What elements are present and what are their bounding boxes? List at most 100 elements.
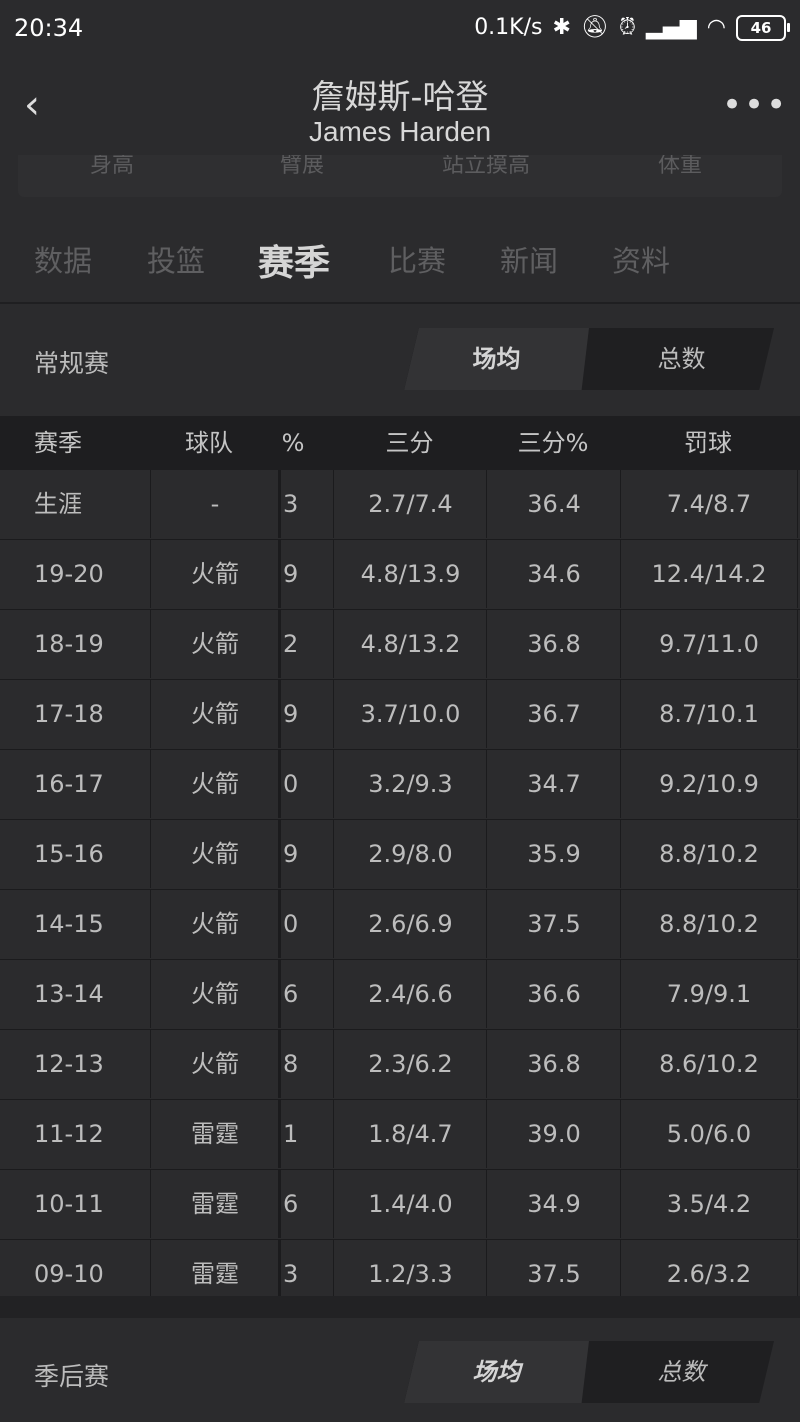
header-three: 三分	[385, 429, 434, 457]
cell-three: 1.4/4.0	[333, 1170, 487, 1238]
status-bar: 20:34 0.1K/s ✱ 🔕︎ ⏰︎ ▂▄▆ ◠ 46	[0, 0, 800, 55]
table-row: 生涯 - 3 2.7/7.4 36.4 7.4/8.7	[0, 470, 800, 540]
wifi-icon: ◠	[706, 15, 726, 40]
cell-three: 3.2/9.3	[333, 750, 487, 818]
cell-pct: 0	[278, 750, 333, 818]
cell-three-pct: 36.6	[486, 960, 621, 1028]
cell-team: 火箭	[150, 820, 279, 888]
playoffs-per-game-button[interactable]: 场均	[404, 1341, 589, 1403]
signal-icon: ▂▄▆	[646, 15, 697, 40]
playoffs-label: 季后赛	[34, 1362, 110, 1391]
cell-three: 1.8/4.7	[333, 1100, 487, 1168]
cell-free-throw: 12.4/14.2	[620, 540, 798, 608]
net-speed: 0.1K/s	[474, 15, 543, 40]
cell-season: 18-19	[34, 630, 104, 658]
status-icons: 0.1K/s ✱ 🔕︎ ⏰︎ ▂▄▆ ◠ 46	[474, 14, 790, 41]
cell-three: 2.3/6.2	[333, 1030, 487, 1098]
cell-three-pct: 36.8	[486, 610, 621, 678]
cell-free-throw: 7.9/9.1	[620, 960, 798, 1028]
tab-shooting[interactable]: 投篮	[147, 238, 205, 280]
cell-team: 火箭	[150, 960, 279, 1028]
playoffs-totals-button[interactable]: 总数	[589, 1341, 774, 1403]
cell-three-pct: 34.7	[486, 750, 621, 818]
cell-free-throw: 3.5/4.2	[620, 1170, 798, 1238]
cell-three-pct: 36.7	[486, 680, 621, 748]
cell-three: 2.7/7.4	[333, 470, 487, 538]
cell-three-pct: 36.4	[486, 470, 621, 538]
stats-table-body[interactable]: 生涯 - 3 2.7/7.4 36.4 7.4/8.7 19-20 火箭 9 4…	[0, 470, 800, 1310]
cell-pct: 6	[278, 960, 333, 1028]
player-name-en: James Harden	[308, 116, 492, 147]
totals-button[interactable]: 总数	[589, 328, 774, 390]
cell-team: 火箭	[150, 680, 279, 748]
cell-season: 12-13	[34, 1050, 104, 1078]
cell-three: 4.8/13.2	[333, 610, 487, 678]
cell-season: 14-15	[34, 910, 104, 938]
cell-team: 火箭	[150, 610, 279, 678]
regular-season-toggle: 场均 总数	[404, 328, 774, 390]
per-game-button[interactable]: 场均	[404, 328, 589, 390]
table-row: 13-14 火箭 6 2.4/6.6 36.6 7.9/9.1	[0, 960, 800, 1030]
cell-team: -	[150, 470, 279, 538]
section-divider	[0, 1296, 800, 1318]
cell-three-pct: 35.9	[486, 820, 621, 888]
info-label-reach: 站立摸高	[442, 155, 531, 178]
cell-team: 雷霆	[150, 1170, 279, 1238]
battery-icon: 46	[736, 14, 790, 41]
alarm-icon: ⏰︎	[618, 15, 637, 40]
cell-team: 雷霆	[150, 1100, 279, 1168]
cell-three-pct: 39.0	[486, 1100, 621, 1168]
cell-free-throw: 7.4/8.7	[620, 470, 798, 538]
more-dots-icon: •••	[722, 85, 789, 125]
cell-three: 2.6/6.9	[333, 890, 487, 958]
regular-season-label: 常规赛	[34, 349, 110, 378]
cell-season: 13-14	[34, 980, 104, 1008]
stats-table-header: 赛季 球队 % 三分 三分% 罚球	[0, 416, 800, 470]
table-row: 19-20 火箭 9 4.8/13.9 34.6 12.4/14.2	[0, 540, 800, 610]
bluetooth-icon: ✱	[552, 15, 571, 40]
cell-season: 11-12	[34, 1120, 104, 1148]
cell-season: 16-17	[34, 770, 104, 798]
more-button[interactable]: •••	[722, 85, 786, 125]
cell-season: 19-20	[34, 560, 104, 588]
cell-three-pct: 34.6	[486, 540, 621, 608]
cell-pct: 6	[278, 1170, 333, 1238]
cell-free-throw: 8.6/10.2	[620, 1030, 798, 1098]
cell-pct: 9	[278, 820, 333, 888]
cell-three-pct: 37.5	[486, 890, 621, 958]
header-team: 球队	[185, 429, 233, 457]
tab-games[interactable]: 比赛	[388, 238, 446, 280]
cell-three-pct: 36.8	[486, 1030, 621, 1098]
status-time: 20:34	[14, 13, 84, 42]
cell-pct: 0	[278, 890, 333, 958]
cell-free-throw: 8.7/10.1	[620, 680, 798, 748]
table-row: 18-19 火箭 2 4.8/13.2 36.8 9.7/11.0	[0, 610, 800, 680]
header-free-throw: 罚球	[684, 429, 732, 457]
cell-team: 火箭	[150, 1030, 279, 1098]
cell-three: 3.7/10.0	[333, 680, 487, 748]
table-row: 12-13 火箭 8 2.3/6.2 36.8 8.6/10.2	[0, 1030, 800, 1100]
cell-team: 火箭	[150, 890, 279, 958]
tab-stats[interactable]: 数据	[34, 238, 92, 280]
tab-news[interactable]: 新闻	[500, 238, 558, 280]
tab-season[interactable]: 赛季	[258, 234, 330, 286]
cell-free-throw: 5.0/6.0	[620, 1100, 798, 1168]
table-row: 15-16 火箭 9 2.9/8.0 35.9 8.8/10.2	[0, 820, 800, 890]
cell-season: 10-11	[34, 1190, 104, 1218]
cell-free-throw: 9.2/10.9	[620, 750, 798, 818]
cell-three: 4.8/13.9	[333, 540, 487, 608]
cell-pct: 3	[278, 470, 333, 538]
cell-free-throw: 9.7/11.0	[620, 610, 798, 678]
tabs-divider	[0, 302, 800, 304]
table-row: 14-15 火箭 0 2.6/6.9 37.5 8.8/10.2	[0, 890, 800, 960]
cell-season: 17-18	[34, 700, 104, 728]
player-name-cn: 詹姆斯-哈登	[311, 77, 489, 116]
info-label-height: 身高	[90, 155, 135, 178]
cell-free-throw: 8.8/10.2	[620, 820, 798, 888]
info-label-weight: 体重	[658, 155, 703, 178]
header-pct: %	[281, 429, 305, 457]
cell-three: 2.9/8.0	[333, 820, 487, 888]
player-info-strip: 身高 臂展 站立摸高 体重	[18, 155, 782, 197]
cell-pct: 8	[278, 1030, 333, 1098]
tab-profile[interactable]: 资料	[612, 238, 670, 280]
